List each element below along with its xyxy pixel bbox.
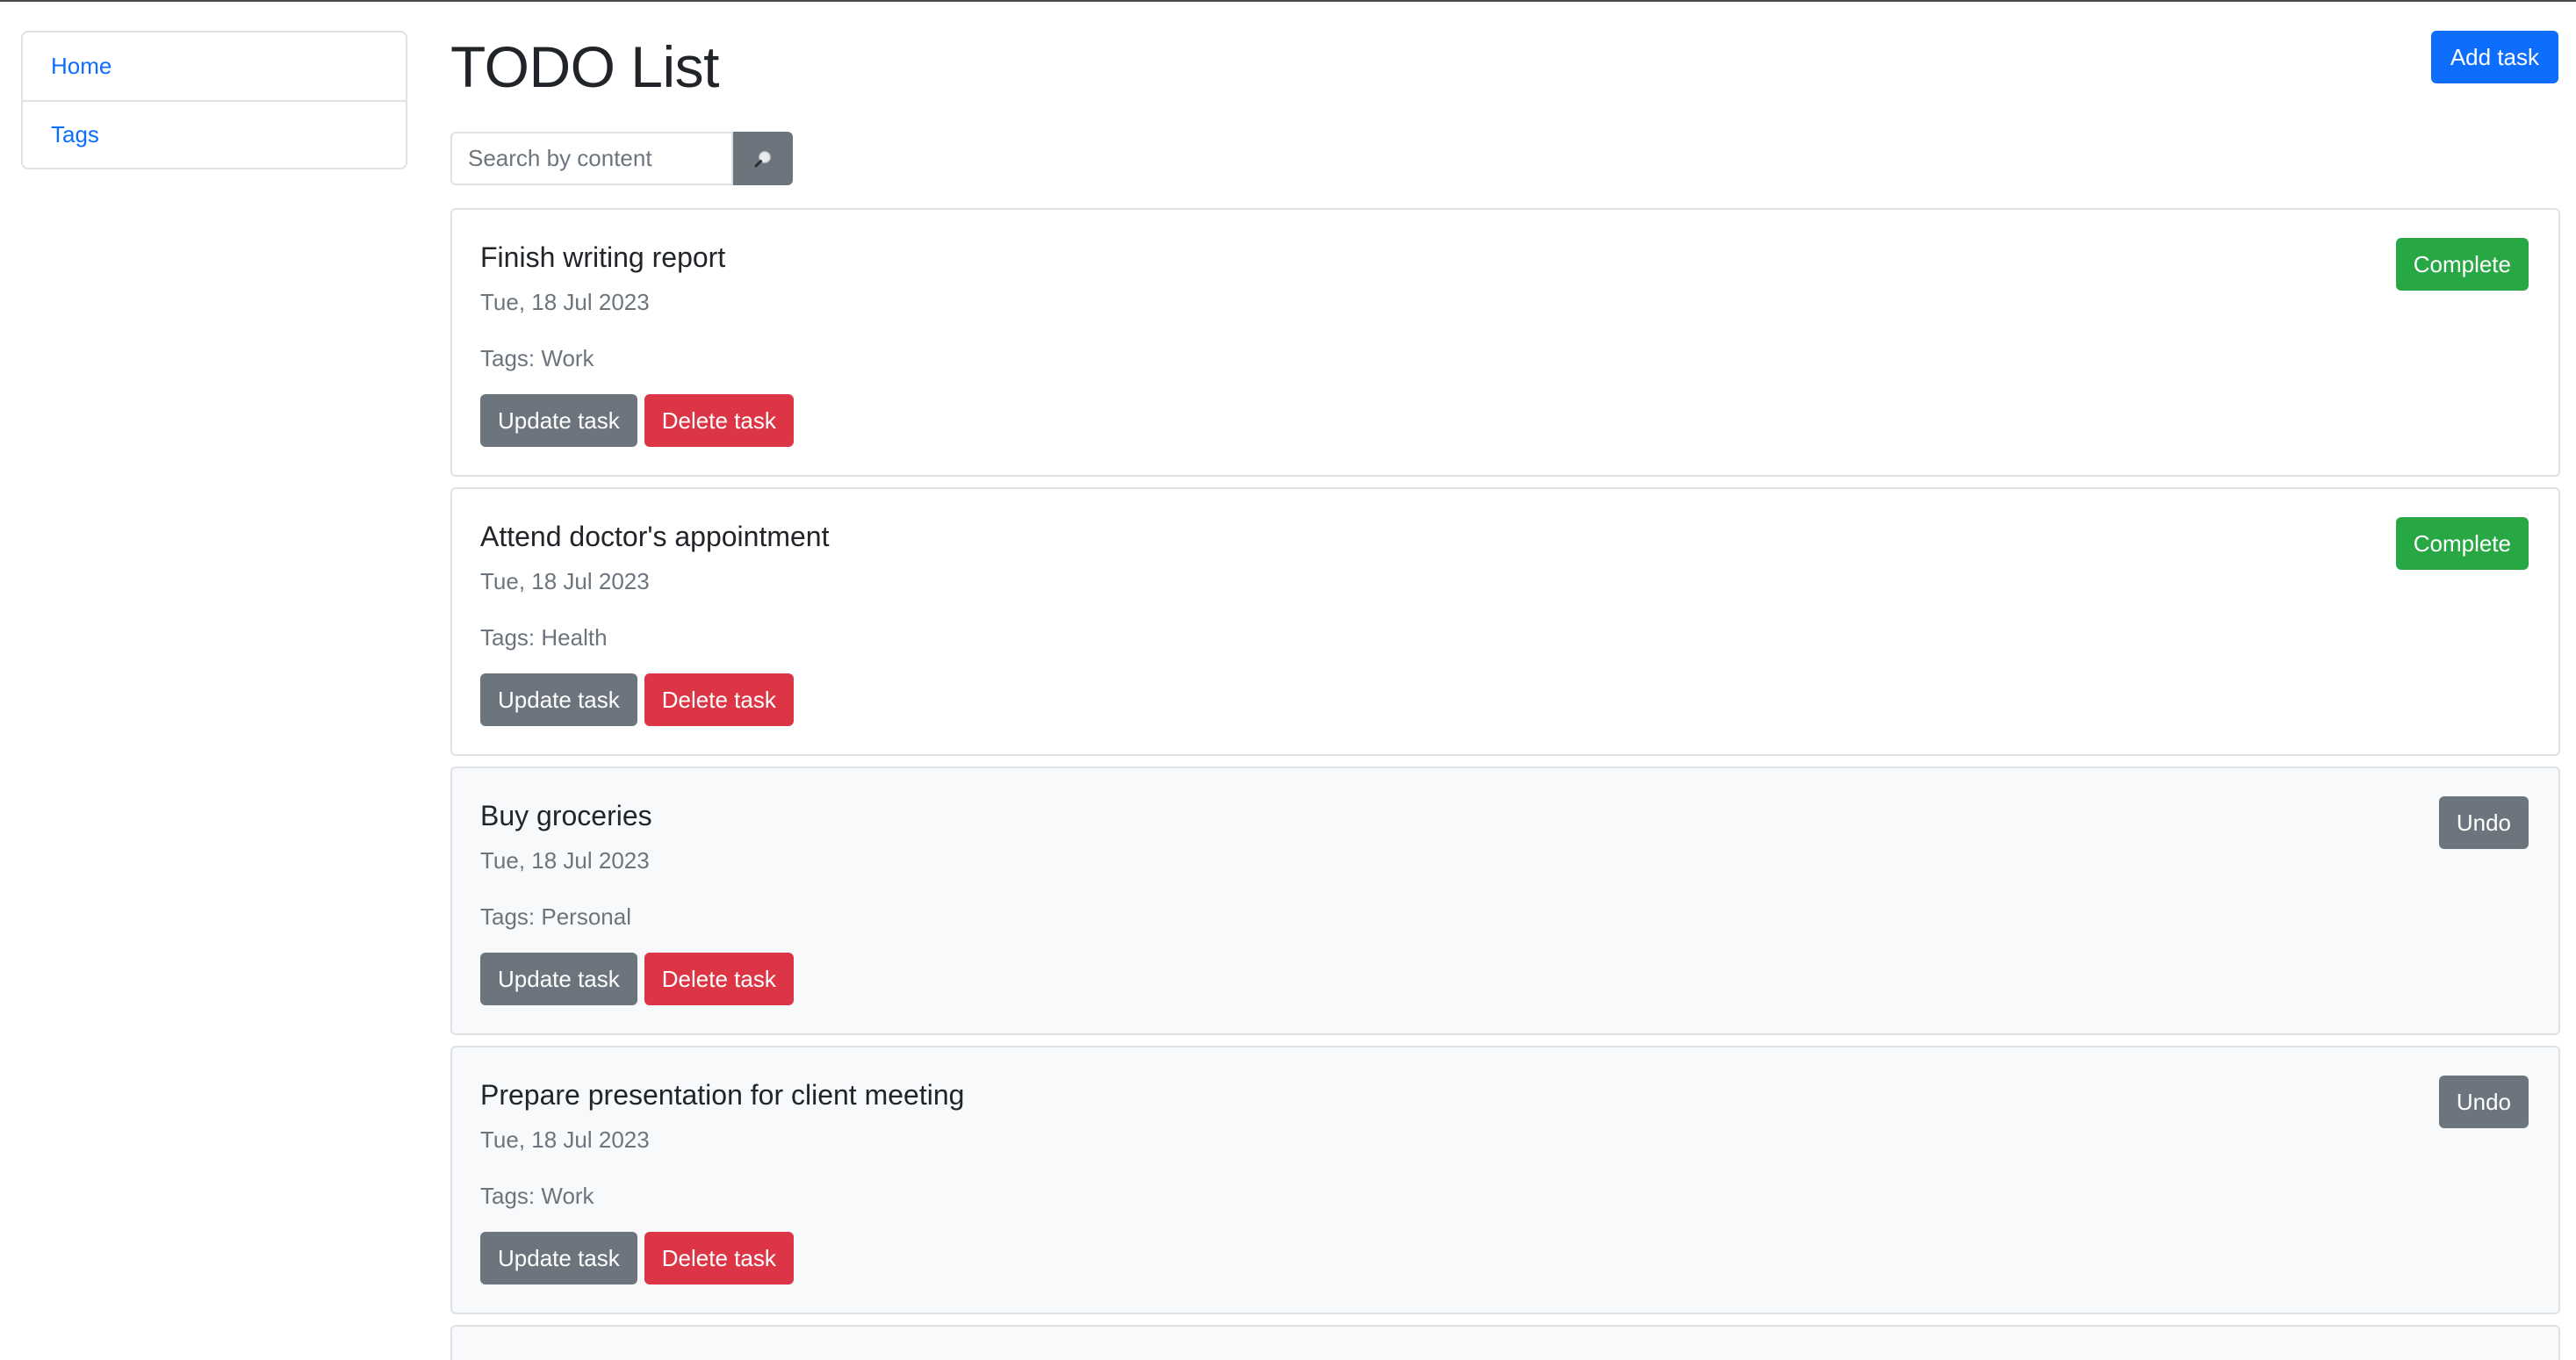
task-list: Finish writing report Tue, 18 Jul 2023 T… xyxy=(450,208,2560,1360)
task-card: Finish writing report Tue, 18 Jul 2023 T… xyxy=(450,208,2560,477)
task-card-partial xyxy=(450,1325,2560,1360)
task-title: Buy groceries xyxy=(480,800,652,831)
sidebar-item-home[interactable]: Home xyxy=(23,32,406,100)
task-date: Tue, 18 Jul 2023 xyxy=(480,289,650,315)
task-tags: Tags: Work xyxy=(480,345,594,371)
update-task-button[interactable]: Update task xyxy=(480,1232,637,1284)
delete-task-button[interactable]: Delete task xyxy=(644,673,794,726)
task-tags: Tags: Health xyxy=(480,624,608,651)
task-date: Tue, 18 Jul 2023 xyxy=(480,847,650,874)
task-tags: Tags: Work xyxy=(480,1183,594,1209)
task-actions: Update task Delete task xyxy=(480,394,794,447)
update-task-button[interactable]: Update task xyxy=(480,394,637,447)
sidebar-item-label: Tags xyxy=(51,121,99,148)
search-icon xyxy=(752,148,774,169)
task-date: Tue, 18 Jul 2023 xyxy=(480,1126,650,1153)
search-input[interactable] xyxy=(450,132,733,185)
search-bar xyxy=(450,132,793,185)
sidebar: Home Tags xyxy=(21,31,407,169)
task-title: Prepare presentation for client meeting xyxy=(480,1079,965,1111)
delete-task-button[interactable]: Delete task xyxy=(644,953,794,1005)
task-card-completed: Buy groceries Tue, 18 Jul 2023 Tags: Per… xyxy=(450,766,2560,1035)
complete-button[interactable]: Complete xyxy=(2395,517,2529,570)
undo-button[interactable]: Undo xyxy=(2438,1076,2529,1128)
sidebar-item-tags[interactable]: Tags xyxy=(23,100,406,168)
update-task-button[interactable]: Update task xyxy=(480,673,637,726)
undo-button[interactable]: Undo xyxy=(2438,796,2529,849)
task-tags: Tags: Personal xyxy=(480,903,631,930)
search-button[interactable] xyxy=(733,132,793,185)
add-task-button[interactable]: Add task xyxy=(2430,31,2558,83)
delete-task-button[interactable]: Delete task xyxy=(644,1232,794,1284)
complete-button[interactable]: Complete xyxy=(2395,238,2529,291)
task-actions: Update task Delete task xyxy=(480,1232,794,1284)
task-card-completed: Prepare presentation for client meeting … xyxy=(450,1046,2560,1314)
sidebar-item-label: Home xyxy=(51,53,112,79)
task-actions: Update task Delete task xyxy=(480,953,794,1005)
task-card: Attend doctor's appointment Tue, 18 Jul … xyxy=(450,487,2560,756)
task-date: Tue, 18 Jul 2023 xyxy=(480,568,650,594)
update-task-button[interactable]: Update task xyxy=(480,953,637,1005)
task-title: Finish writing report xyxy=(480,241,726,273)
page-title: TODO List xyxy=(450,34,720,99)
task-title: Attend doctor's appointment xyxy=(480,521,830,552)
task-actions: Update task Delete task xyxy=(480,673,794,726)
delete-task-button[interactable]: Delete task xyxy=(644,394,794,447)
